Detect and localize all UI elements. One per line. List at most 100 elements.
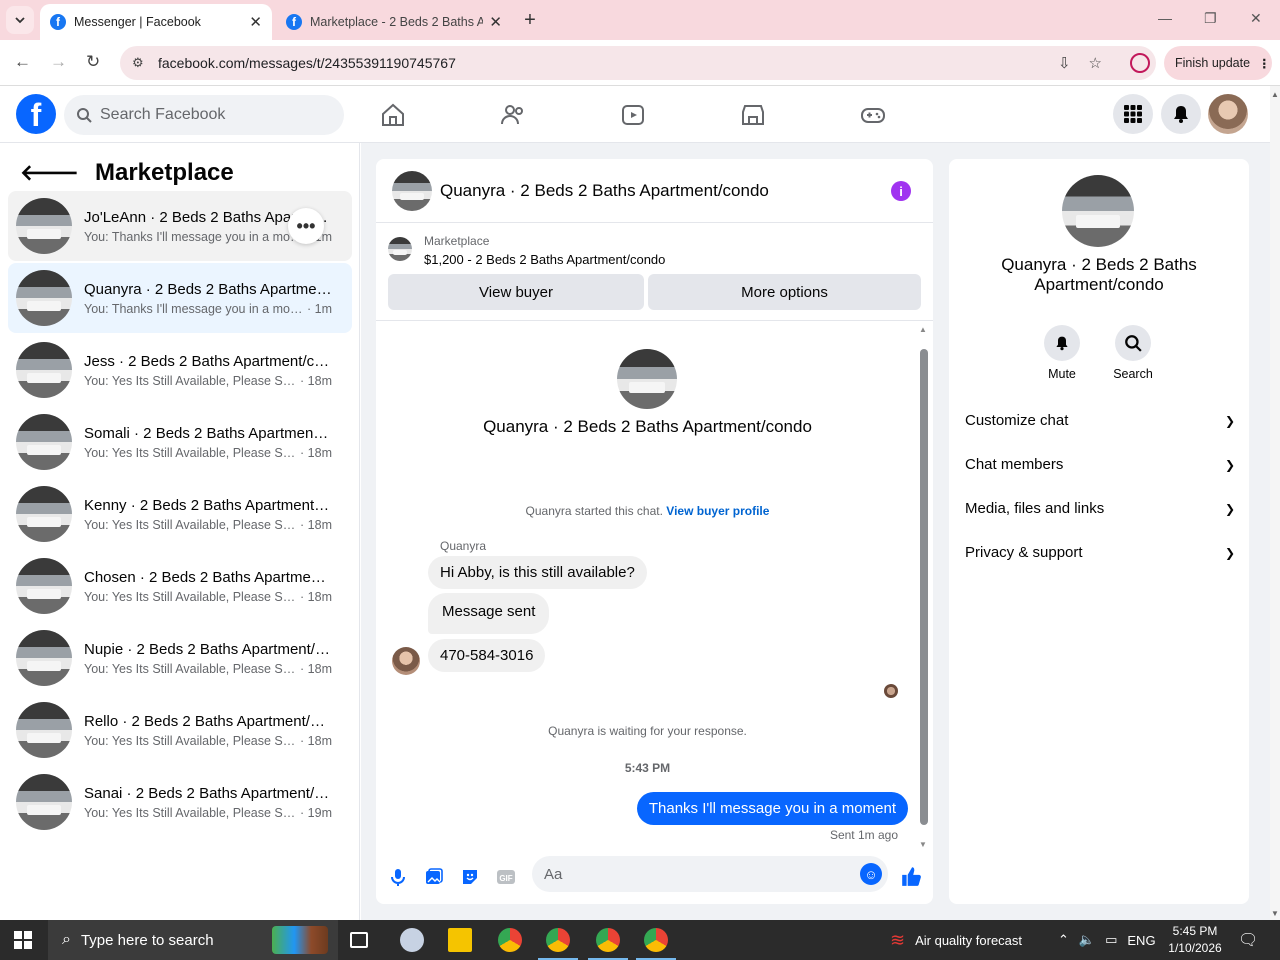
- taskbar-clock[interactable]: 5:45 PM 1/10/2026: [1160, 923, 1230, 957]
- chat-scrollbar[interactable]: ▲ ▼: [919, 325, 929, 849]
- conversation-item[interactable]: Kenny · 2 Beds 2 Baths Apartment/condo Yo…: [8, 479, 352, 549]
- notification-center-icon[interactable]: 🗨: [1238, 920, 1258, 960]
- close-tab-icon[interactable]: ✕: [489, 13, 502, 31]
- conversation-time: · 18m: [300, 373, 332, 388]
- close-window-icon[interactable]: ✕: [1250, 10, 1262, 27]
- windows-start-icon[interactable]: [14, 931, 32, 949]
- customize-chat-section[interactable]: Customize chat ❯: [965, 412, 1235, 429]
- scroll-down-icon[interactable]: ▼: [1271, 909, 1279, 918]
- incoming-message[interactable]: Message sent: [428, 593, 550, 634]
- notifications-button[interactable]: [1161, 94, 1201, 134]
- sticker-icon[interactable]: [460, 867, 480, 887]
- weather-widget[interactable]: ≋ Air quality forecast: [890, 920, 1022, 960]
- search-icon: [77, 108, 92, 123]
- info-icon[interactable]: i: [891, 181, 911, 201]
- account-avatar[interactable]: [1208, 94, 1248, 134]
- chat-details-panel: Quanyra · 2 Beds 2 Baths Apartment/condo…: [949, 159, 1249, 904]
- url-bar[interactable]: ⚙ facebook.com/messages/t/24355391190745…: [120, 46, 1156, 80]
- mute-button[interactable]: Mute: [1032, 325, 1092, 381]
- conversation-item[interactable]: Jo'LeAnn · 2 Beds 2 Baths Apartment/cond…: [8, 191, 352, 261]
- finish-update-button[interactable]: Finish update ⋮: [1164, 46, 1272, 80]
- scroll-up-icon[interactable]: ▲: [1271, 90, 1279, 99]
- conversation-preview: You: Yes Its Still Available, Please Sen…: [84, 373, 297, 388]
- privacy-support-section[interactable]: Privacy & support ❯: [965, 544, 1235, 561]
- chrome-icon[interactable]: [636, 928, 676, 960]
- facebook-logo-icon[interactable]: f: [16, 94, 56, 134]
- conversation-time: · 19m: [300, 805, 332, 820]
- home-icon[interactable]: [380, 102, 406, 128]
- gaming-icon[interactable]: [860, 102, 886, 128]
- browser-tab-strip: f Messenger | Facebook ✕ f Marketplace -…: [0, 0, 1280, 40]
- incoming-message[interactable]: Hi Abby, is this still available?: [428, 556, 647, 589]
- search-highlight-image: [272, 926, 328, 954]
- restore-icon[interactable]: ❐: [1204, 10, 1217, 27]
- chevron-down-icon: [15, 17, 25, 24]
- sticky-notes-icon[interactable]: [448, 928, 472, 952]
- chrome-icon[interactable]: [538, 928, 578, 960]
- volume-icon[interactable]: 🔈: [1079, 932, 1095, 948]
- back-arrow-icon[interactable]: 🡐: [20, 160, 79, 186]
- scroll-down-icon[interactable]: ▼: [919, 840, 927, 849]
- conversation-item[interactable]: Chosen · 2 Beds 2 Baths Apartment/condo Y…: [8, 551, 352, 621]
- scrollbar-thumb[interactable]: [920, 349, 928, 825]
- language-indicator[interactable]: ENG: [1127, 933, 1155, 948]
- marketplace-icon[interactable]: [740, 102, 766, 128]
- conversation-item[interactable]: Nupie · 2 Beds 2 Baths Apartment/condo Yo…: [8, 623, 352, 693]
- video-icon[interactable]: [620, 102, 646, 128]
- forward-arrow-icon[interactable]: →: [50, 52, 67, 72]
- sender-name: Quanyra: [440, 539, 487, 553]
- seen-avatar: [884, 684, 898, 698]
- microphone-icon[interactable]: [388, 867, 408, 887]
- reload-icon[interactable]: ↻: [86, 52, 100, 72]
- network-icon[interactable]: ▭: [1105, 932, 1117, 948]
- chrome-icon[interactable]: [588, 928, 628, 960]
- conversation-item[interactable]: Rello · 2 Beds 2 Baths Apartment/condo Yo…: [8, 695, 352, 765]
- search-in-chat-button[interactable]: Search: [1103, 325, 1163, 381]
- incoming-message[interactable]: 470-584-3016: [428, 639, 546, 672]
- close-tab-icon[interactable]: ✕: [249, 13, 262, 31]
- emoji-icon[interactable]: ☺: [860, 863, 882, 885]
- chat-profile-thumbnail: [617, 349, 677, 409]
- menu-grid-button[interactable]: [1113, 94, 1153, 134]
- chevron-up-icon[interactable]: ⌃: [1058, 932, 1069, 948]
- facebook-favicon-icon: f: [286, 14, 302, 30]
- install-app-icon[interactable]: ⇩: [1058, 54, 1071, 72]
- clock-time: 5:45 PM: [1172, 924, 1218, 938]
- bookmark-star-icon[interactable]: ☆: [1089, 54, 1102, 72]
- page-scrollbar[interactable]: ▲ ▼: [1270, 86, 1280, 920]
- conversation-item[interactable]: Somali · 2 Beds 2 Baths Apartment/condo Y…: [8, 407, 352, 477]
- view-buyer-profile-link[interactable]: View buyer profile: [666, 504, 769, 518]
- back-arrow-icon[interactable]: ←: [14, 52, 31, 72]
- new-tab-button[interactable]: +: [518, 8, 542, 32]
- tab-search-button[interactable]: [6, 6, 34, 34]
- outgoing-message[interactable]: Thanks I'll message you in a moment: [636, 792, 908, 825]
- tab-messenger[interactable]: f Messenger | Facebook ✕: [40, 4, 272, 40]
- friends-icon[interactable]: [500, 102, 526, 128]
- media-files-links-section[interactable]: Media, files and links ❯: [965, 500, 1235, 517]
- minimize-icon[interactable]: —: [1158, 10, 1172, 26]
- thumbs-up-icon[interactable]: [900, 865, 922, 887]
- chrome-icon[interactable]: [498, 928, 522, 952]
- tab-marketplace[interactable]: f Marketplace - 2 Beds 2 Baths Apartment…: [276, 4, 512, 40]
- conversation-item[interactable]: Jess · 2 Beds 2 Baths Apartment/condo You…: [8, 335, 352, 405]
- more-options-icon[interactable]: •••: [288, 208, 324, 244]
- site-info-icon[interactable]: ⚙: [132, 55, 152, 71]
- conversation-preview: You: Thanks I'll message you in a moment: [84, 301, 303, 316]
- view-buyer-button[interactable]: View buyer: [388, 274, 644, 310]
- message-input[interactable]: Aa ☺: [532, 856, 888, 892]
- chat-header[interactable]: Quanyra · 2 Beds 2 Baths Apartment/condo…: [376, 159, 933, 223]
- taskbar-app-icon[interactable]: [400, 928, 424, 952]
- conversation-preview: You: Thanks I'll message you in a moment: [84, 229, 303, 244]
- chat-profile-name: Quanyra · 2 Beds 2 Baths Apartment/condo: [483, 417, 812, 436]
- search-facebook-input[interactable]: Search Facebook: [64, 95, 344, 135]
- photo-icon[interactable]: [424, 867, 444, 887]
- task-view-icon[interactable]: [350, 932, 368, 948]
- scroll-up-icon[interactable]: ▲: [919, 325, 927, 334]
- conversation-item[interactable]: Quanyra · 2 Beds 2 Baths Apartment/condo…: [8, 263, 352, 333]
- details-thumbnail: [1062, 175, 1134, 247]
- more-options-button[interactable]: More options: [648, 274, 921, 310]
- profile-icon[interactable]: [1130, 53, 1150, 73]
- chat-members-section[interactable]: Chat members ❯: [965, 456, 1235, 473]
- gif-icon[interactable]: GIF: [496, 867, 516, 887]
- conversation-item[interactable]: Sanai · 2 Beds 2 Baths Apartment/condo Yo…: [8, 767, 352, 837]
